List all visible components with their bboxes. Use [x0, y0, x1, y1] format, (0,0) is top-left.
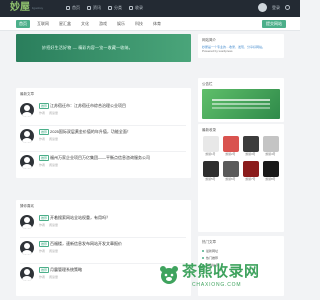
tab-culture[interactable]: 文化	[78, 20, 92, 28]
app-icon	[242, 136, 259, 152]
tab-tech[interactable]: 科技	[132, 20, 146, 28]
app-item[interactable]: 妙屋7号	[242, 161, 259, 181]
watermark-url: CHAXIONG.COM	[192, 282, 242, 288]
submit-site-button[interactable]: 提交网站	[262, 20, 286, 28]
post-tag: 推荐	[39, 241, 50, 247]
post-tag: 推荐	[39, 267, 50, 273]
category-icon	[108, 6, 112, 10]
app-icon	[202, 136, 219, 152]
post-thumbnail	[20, 241, 34, 255]
tab-internet[interactable]: 互联网	[34, 20, 52, 28]
app-grid: 妙屋1号 妙屋2号 妙屋3号 妙屋4号 妙屋5号 妙屋6号 妙屋7号 妙屋8号	[202, 136, 279, 181]
app-item[interactable]: 妙屋4号	[262, 136, 279, 156]
login-link[interactable]: 登录	[272, 5, 280, 11]
top-right-actions: 登录	[258, 3, 290, 12]
category-bar: 首页 互联网 星汇盒 文化 游戏 娱乐 科技 体育 提交网站	[0, 17, 300, 31]
site-info-title: 网站简介	[202, 38, 216, 42]
tab-entertainment[interactable]: 娱乐	[114, 20, 128, 28]
app-icon	[262, 161, 279, 177]
post-tag: 推荐	[39, 129, 50, 135]
post-tag: 推荐	[39, 155, 50, 161]
list-item[interactable]: 推荐 福州万家企业项目万亿集团——平衡点信息咨询服务公司 作者 阅读量	[20, 152, 186, 178]
post-title[interactable]: 百福楼，速新信息发布网站开发文章报价	[50, 241, 185, 246]
app-icon	[242, 161, 259, 177]
list-item[interactable]: 最新网址	[202, 249, 218, 253]
hero-banner[interactable]: 妙招好生活好物 — 精彩内容一览一收藏一收纳。	[16, 34, 191, 62]
recommend-posts-title: 猜你喜欢	[20, 204, 34, 208]
notice-title: 公告栏	[202, 82, 213, 86]
notice-box: 公告栏	[198, 78, 284, 122]
watermark: 茶熊收录网 CHAXIONG.COM	[158, 262, 298, 292]
hot-list-title: 热门文章	[202, 240, 216, 244]
site-powered-by: Powered by wordpress	[202, 49, 233, 53]
list-item[interactable]: 热门推荐	[202, 256, 218, 260]
tab-box[interactable]: 星汇盒	[56, 20, 74, 28]
top-nav: 首页 资讯 分类 收录	[66, 5, 143, 11]
post-meta: 作者 阅读量	[39, 163, 59, 167]
post-meta: 作者 阅读量	[39, 111, 59, 115]
avatar[interactable]	[258, 3, 267, 12]
banner-text: 妙招好生活好物 — 精彩内容一览一收藏一收纳。	[42, 45, 133, 50]
post-tag: 推荐	[39, 215, 50, 221]
category-tabs: 首页 互联网 星汇盒 文化 游戏 娱乐 科技 体育	[16, 20, 164, 28]
site-logo-subtitle: liguoboy	[32, 6, 44, 10]
app-item[interactable]: 妙屋3号	[242, 136, 259, 156]
post-tag: 推荐	[39, 103, 50, 109]
app-item[interactable]: 妙屋8号	[262, 161, 279, 181]
list-item[interactable]: 推荐 开着搜索网站全站权重，有用吗？ 作者 阅读量	[20, 212, 186, 238]
app-grid-box: 最新收录 妙屋1号 妙屋2号 妙屋3号 妙屋4号 妙屋5号 妙屋6号 妙屋7号 …	[198, 124, 284, 232]
bullet-icon	[202, 257, 204, 259]
app-item[interactable]: 妙屋5号	[202, 161, 219, 181]
news-icon	[87, 6, 91, 10]
post-title[interactable]: 开着搜索网站全站权重，有用吗？	[50, 215, 185, 220]
home-icon	[66, 6, 70, 10]
top-nav-item-category[interactable]: 分类	[108, 5, 122, 11]
bear-logo-icon	[160, 266, 178, 284]
tab-sports[interactable]: 体育	[150, 20, 164, 28]
top-header: 妙屋 liguoboy 首页 资讯 分类 收录 登录	[0, 0, 300, 17]
watermark-text: 茶熊收录网	[182, 263, 260, 280]
app-grid-title: 最新收录	[202, 128, 216, 132]
post-meta: 作者 阅读量	[39, 249, 59, 253]
post-meta: 作者 阅读量	[39, 275, 59, 279]
latest-posts-title: 最新文章	[20, 92, 34, 96]
post-title[interactable]: 2025国际双层黄金价值的年升值，功能全面！	[50, 129, 185, 134]
post-meta: 作者 阅读量	[39, 137, 59, 141]
collect-icon	[129, 6, 133, 10]
app-item[interactable]: 妙屋1号	[202, 136, 219, 156]
app-item[interactable]: 妙屋6号	[222, 161, 239, 181]
search-icon[interactable]	[285, 5, 290, 10]
post-meta: 作者 阅读量	[39, 223, 59, 227]
top-nav-item-news[interactable]: 资讯	[87, 5, 101, 11]
post-thumbnail	[20, 267, 34, 281]
top-nav-item-home[interactable]: 首页	[66, 5, 80, 11]
post-title[interactable]: 江苏宿迁市：江苏宿迁市综合治理公业项目	[50, 103, 185, 108]
app-icon	[202, 161, 219, 177]
post-thumbnail	[20, 129, 34, 143]
latest-posts-card: 最新文章 推荐 江苏宿迁市：江苏宿迁市综合治理公业项目 作者 阅读量 推荐 202…	[16, 88, 191, 178]
tab-game[interactable]: 游戏	[96, 20, 110, 28]
promo-text-lines	[212, 99, 270, 101]
list-item[interactable]: 推荐 江苏宿迁市：江苏宿迁市综合治理公业项目 作者 阅读量	[20, 100, 186, 126]
post-title[interactable]: 福州万家企业项目万亿集团——平衡点信息咨询服务公司	[50, 155, 185, 160]
top-nav-item-collect[interactable]: 收录	[129, 5, 143, 11]
post-thumbnail	[20, 215, 34, 229]
site-info-box: 网站简介 妙屋是一个专业的…收录、发现、分享好网站。 Powered by wo…	[198, 34, 284, 58]
tab-home[interactable]: 首页	[16, 20, 30, 28]
app-icon	[222, 136, 239, 152]
post-thumbnail	[20, 155, 34, 169]
app-item[interactable]: 妙屋2号	[222, 136, 239, 156]
list-item[interactable]: 推荐 2025国际双层黄金价值的年升值，功能全面！ 作者 阅读量	[20, 126, 186, 152]
app-icon	[222, 161, 239, 177]
site-logo[interactable]: 妙屋	[10, 2, 30, 14]
bullet-icon	[202, 250, 204, 252]
post-thumbnail	[20, 103, 34, 117]
list-item[interactable]: 推荐 百福楼，速新信息发布网站开发文章报价 作者 阅读量	[20, 238, 186, 264]
app-icon	[262, 136, 279, 152]
promo-banner[interactable]	[202, 89, 280, 119]
